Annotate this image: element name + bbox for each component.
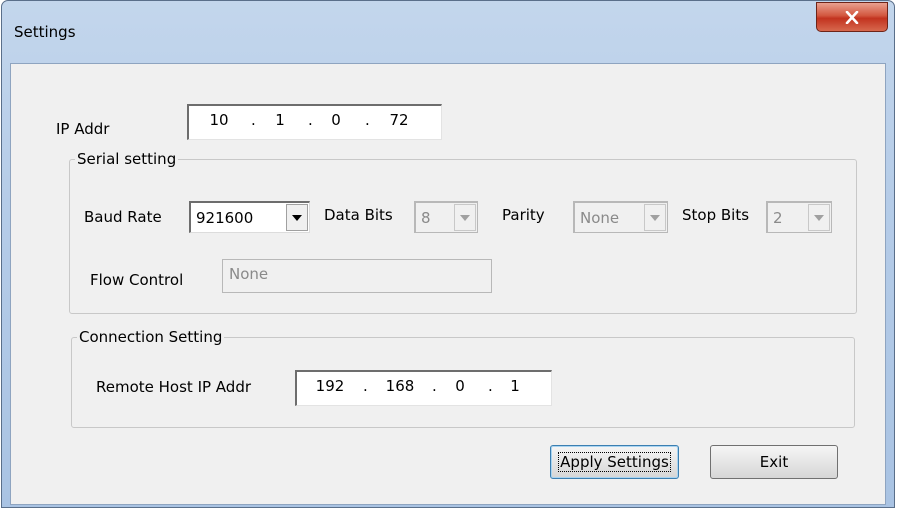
exit-label: Exit [759,453,789,471]
baud-rate-label: Baud Rate [84,208,162,226]
stop-bits-select[interactable]: 2 [766,201,832,233]
parity-value: None [580,209,620,227]
remote-ip-octet-3[interactable]: 0 [445,377,475,395]
close-button[interactable] [816,2,888,32]
baud-rate-dropdown-button[interactable] [286,204,308,231]
stop-bits-label: Stop Bits [682,206,750,224]
ip-dot: . [363,377,368,395]
exit-button[interactable]: Exit [710,445,838,479]
ip-dot: . [432,377,437,395]
connection-setting-legend: Connection Setting [79,328,223,346]
apply-settings-label: Apply Settings [558,452,671,472]
data-bits-label: Data Bits [324,206,393,224]
ip-octet-4[interactable]: 72 [377,111,421,129]
chevron-down-icon [650,214,660,221]
data-bits-dropdown-button[interactable] [454,204,476,231]
remote-host-ip-input[interactable]: 192 . 168 . 0 . 1 [295,370,552,406]
ip-dot: . [365,111,370,129]
ip-addr-label: IP Addr [56,120,110,138]
stop-bits-dropdown-button[interactable] [808,204,830,231]
apply-settings-button[interactable]: Apply Settings [550,445,679,479]
data-bits-value: 8 [421,209,431,227]
ip-octet-3[interactable]: 0 [321,111,351,129]
data-bits-select[interactable]: 8 [414,201,478,233]
ip-dot: . [251,111,256,129]
title-bar[interactable]: Settings [2,1,894,63]
remote-host-ip-label: Remote Host IP Addr [96,378,252,396]
remote-ip-octet-2[interactable]: 168 [377,377,423,395]
chevron-down-icon [292,214,302,221]
serial-setting-legend: Serial setting [77,150,177,168]
remote-ip-octet-4[interactable]: 1 [500,377,530,395]
close-icon [845,10,859,24]
ip-dot: . [488,377,493,395]
ip-octet-1[interactable]: 10 [199,111,239,129]
baud-rate-select[interactable]: 921600 [189,201,310,233]
window-title: Settings [14,23,76,41]
baud-rate-value: 921600 [196,209,254,227]
remote-ip-octet-1[interactable]: 192 [307,377,353,395]
settings-window: Settings IP Addr 10 . 1 . 0 . 72 Serial … [1,0,895,508]
dialog-client-area: IP Addr 10 . 1 . 0 . 72 Serial setting B… [10,63,886,505]
ip-octet-2[interactable]: 1 [265,111,295,129]
stop-bits-value: 2 [773,209,783,227]
parity-label: Parity [502,206,545,224]
chevron-down-icon [814,214,824,221]
flow-control-field[interactable]: None [222,259,492,293]
parity-dropdown-button[interactable] [644,204,666,231]
ip-dot: . [308,111,313,129]
ip-addr-input[interactable]: 10 . 1 . 0 . 72 [187,104,442,140]
parity-select[interactable]: None [573,201,668,233]
flow-control-label: Flow Control [90,271,184,289]
chevron-down-icon [460,214,470,221]
